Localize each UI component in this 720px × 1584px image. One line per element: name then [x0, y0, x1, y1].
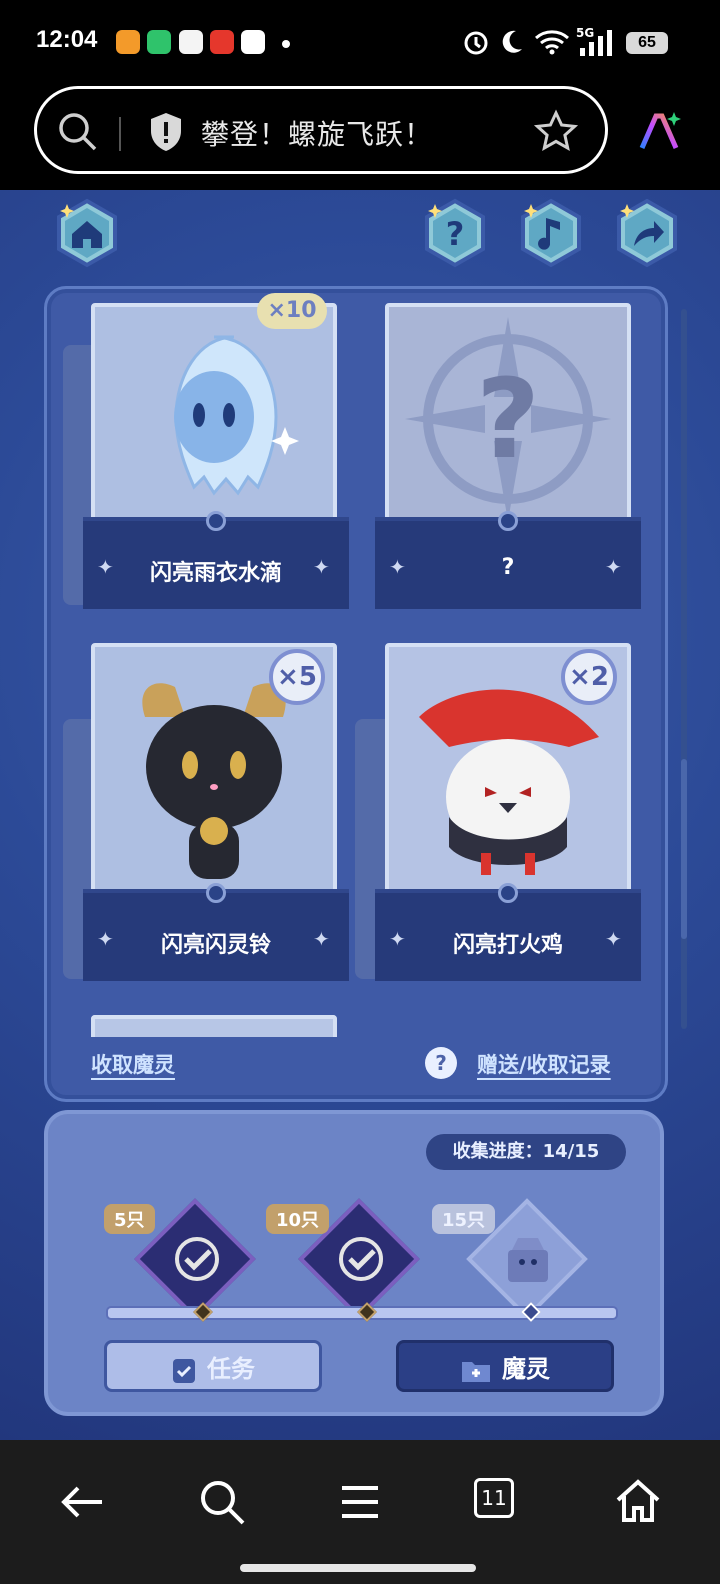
- app-notification-icon: [147, 30, 171, 54]
- card-partial[interactable]: [91, 1015, 337, 1037]
- signal-icon: [580, 30, 612, 56]
- wifi-icon: [535, 30, 569, 55]
- gift-records-link[interactable]: 赠送/收取记录: [477, 1049, 611, 1079]
- tab-task-label: 任务: [207, 1355, 255, 1383]
- card-name: 闪亮闪灵铃: [160, 933, 271, 958]
- menu-icon[interactable]: [330, 1472, 390, 1532]
- alarm-icon: [464, 31, 488, 55]
- app-notification-icon: [241, 30, 265, 54]
- sparkle-icon: ✦: [605, 927, 622, 951]
- search-icon[interactable]: [192, 1472, 252, 1532]
- card-name: 闪亮打火鸡: [452, 933, 563, 958]
- plate-dot: [206, 511, 226, 531]
- milestone-label: 10只: [266, 1204, 330, 1234]
- card-nameplate: ✦ 闪亮打火鸡 ✦: [375, 883, 641, 981]
- card-image-locked[interactable]: ?: [385, 303, 631, 533]
- spirit-box-icon: [508, 1238, 548, 1282]
- card-collection-panel: ×10 ✦ 闪亮雨衣水滴 ✦ ? ✦ ? ✦ ×5 ✦ 闪亮闪灵铃 ✦ ×2 ✦…: [44, 286, 687, 1102]
- scrollbar-thumb[interactable]: [681, 759, 687, 939]
- milestone-label: 15只: [432, 1204, 496, 1234]
- shield-icon[interactable]: [147, 111, 185, 153]
- app-notification-icon: [210, 30, 234, 54]
- app-notification-icon: [116, 30, 140, 54]
- milestone-label: 5只: [104, 1204, 155, 1234]
- app-notification-icon: [179, 30, 203, 54]
- card-count-badge: ×10: [257, 293, 327, 329]
- game-canvas: ? ×10 ✦ 闪亮雨衣水滴 ✦ ? ✦ ? ✦ ×5 ✦ 闪亮闪灵铃 ✦ ×2…: [0, 190, 720, 1440]
- browser-address-bar: 攀登！螺旋飞跃！: [0, 86, 720, 190]
- browser-nav-bar: 11: [0, 1440, 720, 1584]
- card-count-badge: ×2: [561, 649, 617, 705]
- status-bar: 12:04 5G 65: [0, 0, 720, 86]
- task-clipboard-icon: [173, 1359, 195, 1383]
- card-count-badge: ×5: [269, 649, 325, 705]
- locked-card-illustration: ?: [389, 307, 627, 529]
- search-icon[interactable]: [57, 111, 99, 153]
- home-icon[interactable]: [52, 198, 122, 268]
- collection-progress-panel: 收集进度：14/15 5只 10只 15只 任务 魔灵: [44, 1110, 664, 1416]
- battery-indicator: 65: [626, 32, 668, 54]
- help-circle-icon[interactable]: ?: [425, 1047, 457, 1079]
- sparkle-icon: ✦: [313, 927, 330, 951]
- tab-spirit-label: 魔灵: [502, 1355, 550, 1383]
- card-nameplate: ✦ 闪亮闪灵铃 ✦: [83, 883, 349, 981]
- address-pill[interactable]: 攀登！螺旋飞跃！: [34, 86, 608, 174]
- svg-text:?: ?: [446, 215, 465, 253]
- page-title[interactable]: 攀登！螺旋飞跃！: [201, 113, 433, 153]
- progress-pill: 收集进度：14/15: [426, 1134, 626, 1170]
- svg-text:?: ?: [476, 355, 540, 483]
- progress-value: 14/15: [542, 1141, 600, 1162]
- progress-label: 收集进度：: [452, 1141, 543, 1162]
- card-nameplate: ✦ ? ✦: [375, 511, 641, 609]
- collect-spirit-link[interactable]: 收取魔灵: [91, 1049, 175, 1079]
- bookmark-star-icon[interactable]: [533, 109, 579, 155]
- back-arrow-icon[interactable]: [52, 1472, 112, 1532]
- music-icon[interactable]: [516, 198, 586, 268]
- ai-assistant-icon[interactable]: [636, 108, 684, 156]
- check-icon: [175, 1237, 219, 1281]
- sparkle-icon: ✦: [313, 555, 330, 579]
- moon-icon: [502, 30, 522, 53]
- tabs-counter-button[interactable]: 11: [474, 1478, 514, 1518]
- home-indicator[interactable]: [240, 1564, 476, 1572]
- card-name: ?: [501, 555, 515, 580]
- raincoat-droplet-illustration: [95, 307, 333, 529]
- help-icon[interactable]: ?: [420, 198, 490, 268]
- plate-dot: [206, 883, 226, 903]
- home-icon[interactable]: [608, 1472, 668, 1532]
- divider: [119, 117, 121, 151]
- card-image-raincoat-droplet[interactable]: [91, 303, 337, 533]
- share-icon[interactable]: [612, 198, 682, 268]
- plate-dot: [498, 511, 518, 531]
- card-name: 闪亮雨衣水滴: [149, 561, 282, 586]
- folder-add-icon: [462, 1362, 490, 1382]
- card-nameplate: ✦ 闪亮雨衣水滴 ✦: [83, 511, 349, 609]
- tab-task[interactable]: 任务: [104, 1340, 322, 1392]
- more-notifications-icon: [282, 40, 290, 48]
- plate-dot: [498, 883, 518, 903]
- status-time: 12:04: [36, 26, 98, 53]
- tab-spirit[interactable]: 魔灵: [396, 1340, 614, 1392]
- sparkle-icon: ✦: [605, 555, 622, 579]
- check-icon: [339, 1237, 383, 1281]
